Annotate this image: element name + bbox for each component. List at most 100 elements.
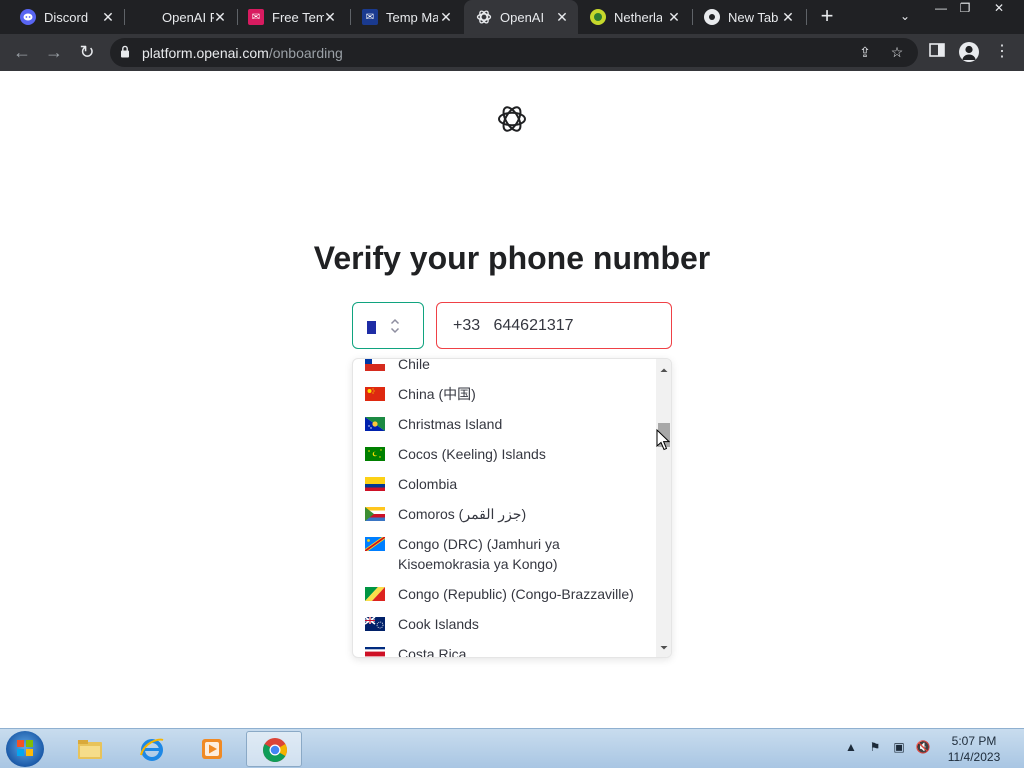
- tab-title: OpenAI Platform: [162, 9, 214, 25]
- country-option[interactable]: China (中国): [353, 379, 655, 409]
- close-icon[interactable]: ✕: [100, 9, 116, 25]
- christmas-island-flag-icon: [365, 417, 385, 431]
- tab-openai-platform-active[interactable]: OpenAI Platform ✕: [464, 0, 578, 34]
- comoros-flag-icon: [365, 507, 385, 521]
- address-bar[interactable]: platform.openai.com/onboarding ⇪ ☆: [110, 38, 918, 67]
- country-option[interactable]: Cook Islands: [353, 609, 655, 639]
- new-tab-button[interactable]: +: [816, 5, 838, 27]
- profile-avatar-icon[interactable]: [959, 42, 979, 62]
- back-button[interactable]: ←: [10, 41, 34, 65]
- close-icon[interactable]: ✕: [780, 9, 796, 25]
- chile-flag-icon: [365, 359, 385, 371]
- cocos-islands-flag-icon: [365, 447, 385, 461]
- country-select[interactable]: [352, 302, 424, 349]
- tab-netherlands[interactable]: Netherlands ✕: [578, 0, 690, 34]
- country-list: Chile China (中国) Christmas Island Cocos …: [353, 358, 655, 658]
- country-option[interactable]: Christmas Island: [353, 409, 655, 439]
- tab-search-icon[interactable]: ⌄: [896, 7, 914, 25]
- country-name: Christmas Island: [398, 416, 503, 432]
- windows-taskbar: ▲ ⚑ ▣ 🔇 5:07 PM 11/4/2023: [0, 728, 1024, 768]
- onboarding-page: Verify your phone number Chile China (中国…: [0, 71, 1024, 728]
- clock-date: 11/4/2023: [947, 750, 1001, 764]
- forward-button[interactable]: →: [42, 41, 66, 65]
- menu-kebab-icon[interactable]: ⋮: [992, 42, 1012, 62]
- chevron-up-down-icon: [390, 318, 400, 334]
- close-icon[interactable]: ✕: [322, 9, 338, 25]
- taskbar-media-player[interactable]: [184, 731, 240, 767]
- country-option[interactable]: Congo (DRC) (Jamhuri ya Kisoemokrasia ya…: [353, 529, 655, 579]
- action-center-flag-icon[interactable]: ⚑: [866, 737, 884, 757]
- mouse-cursor-icon: [656, 429, 670, 451]
- china-flag-icon: [365, 387, 385, 401]
- taskbar-internet-explorer[interactable]: [124, 731, 180, 767]
- tab-new-tab[interactable]: New Tab ✕: [690, 0, 804, 34]
- side-panel-icon[interactable]: [927, 42, 947, 62]
- country-option[interactable]: Comoros (جزر القمر): [353, 499, 655, 529]
- tab-title: Free Temp Mail: [272, 9, 324, 25]
- share-icon[interactable]: ⇪: [856, 43, 874, 61]
- tab-title: Temp Mail: [386, 9, 438, 25]
- minimize-button[interactable]: —: [928, 0, 954, 18]
- country-name: Chile: [398, 358, 430, 372]
- url-text: platform.openai.com/onboarding: [142, 45, 343, 61]
- france-flag-icon: [367, 321, 382, 334]
- close-icon[interactable]: ✕: [554, 9, 570, 25]
- tab-discord[interactable]: Discord ✕: [0, 0, 124, 34]
- close-icon[interactable]: ✕: [212, 9, 228, 25]
- country-name: Costa Rica: [398, 646, 467, 658]
- url-path: /onboarding: [268, 45, 343, 61]
- chrome-icon: [704, 9, 720, 25]
- dropdown-scrollbar[interactable]: [656, 359, 672, 657]
- tab-separator: [806, 9, 807, 25]
- folder-icon: [78, 740, 102, 759]
- volume-muted-icon[interactable]: 🔇: [914, 737, 932, 757]
- tab-temp-mail[interactable]: ✉ Temp Mail ✕: [342, 0, 462, 34]
- tab-title: New Tab: [728, 9, 779, 25]
- windows-start-button[interactable]: [6, 731, 44, 767]
- country-option[interactable]: Chile: [353, 358, 655, 379]
- restore-button[interactable]: ❐: [952, 0, 978, 18]
- scroll-up-arrow-icon[interactable]: [656, 365, 672, 375]
- taskbar-chrome[interactable]: [246, 731, 302, 767]
- country-dropdown: Chile China (中国) Christmas Island Cocos …: [352, 358, 672, 658]
- tab-title: OpenAI Platform: [500, 9, 546, 25]
- bookmark-star-icon[interactable]: ☆: [888, 43, 906, 61]
- openai-icon: [476, 9, 492, 25]
- show-hidden-icons-icon[interactable]: ▲: [842, 737, 860, 757]
- browser-toolbar: ← → ↻ platform.openai.com/onboarding ⇪ ☆…: [0, 34, 1024, 71]
- openai-logo-icon: [498, 106, 526, 132]
- temp-mail-icon: ✉: [362, 9, 378, 25]
- country-name: Congo (DRC) (Jamhuri ya Kisoemokrasia ya…: [398, 536, 560, 572]
- window-close-button[interactable]: ✕: [984, 0, 1014, 18]
- tab-title: Discord: [44, 9, 89, 25]
- country-name: Cocos (Keeling) Islands: [398, 446, 546, 462]
- phone-number-input[interactable]: [436, 302, 672, 349]
- close-icon[interactable]: ✕: [666, 9, 682, 25]
- tab-openai-platform[interactable]: OpenAI Platform ✕: [118, 0, 236, 34]
- network-icon[interactable]: ▣: [890, 737, 908, 757]
- tab-free-temp-mail[interactable]: ✉ Free Temp Mail ✕: [228, 0, 346, 34]
- drc-flag-icon: [365, 537, 385, 551]
- country-option[interactable]: Colombia: [353, 469, 655, 499]
- costa-rica-flag-icon: [365, 647, 385, 657]
- country-option[interactable]: Congo (Republic) (Congo-Brazzaville): [353, 579, 655, 609]
- colombia-flag-icon: [365, 477, 385, 491]
- scroll-down-arrow-icon[interactable]: [656, 643, 672, 653]
- temp-mail-icon: ✉: [248, 9, 264, 25]
- country-option[interactable]: Costa Rica: [353, 639, 655, 658]
- country-name: Comoros (جزر القمر): [398, 506, 527, 522]
- country-option[interactable]: Cocos (Keeling) Islands: [353, 439, 655, 469]
- country-name: Congo (Republic) (Congo-Brazzaville): [398, 586, 634, 602]
- taskbar-file-explorer[interactable]: [62, 731, 118, 767]
- congo-republic-flag-icon: [365, 587, 385, 601]
- discord-icon: [20, 9, 36, 25]
- internet-explorer-icon: [140, 738, 164, 761]
- country-name: Colombia: [398, 476, 458, 492]
- reload-button[interactable]: ↻: [75, 41, 99, 65]
- tab-strip: Discord ✕ OpenAI Platform ✕ ✉ Free Temp …: [0, 0, 1024, 34]
- lock-icon: [121, 45, 129, 58]
- openai-icon: [138, 9, 154, 25]
- taskbar-clock[interactable]: 5:07 PM 11/4/2023: [934, 733, 1014, 765]
- close-icon[interactable]: ✕: [438, 9, 454, 25]
- tab-title: Netherlands: [614, 9, 662, 25]
